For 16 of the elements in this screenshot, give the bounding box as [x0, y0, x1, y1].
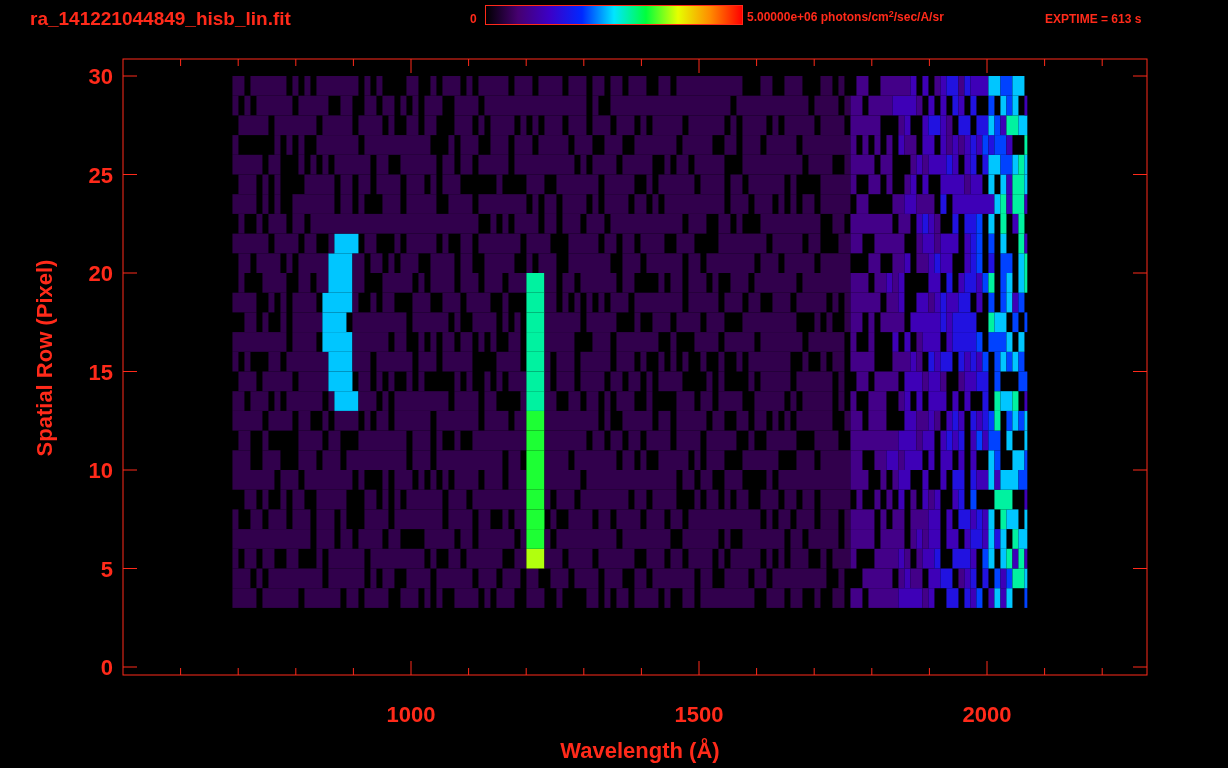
y-tick-label: 30 — [88, 64, 113, 89]
exposure-time-label: EXPTIME = 613 s — [1045, 11, 1142, 28]
colorbar-max-label: 5.00000e+06 photons/cm$^{2}$/sec/A/sr — [747, 8, 944, 26]
y-axis-label: Spatial Row (Pixel) — [32, 259, 57, 457]
y-tick-label: 10 — [88, 458, 113, 483]
x-tick-label: 1000 — [386, 702, 436, 727]
y-tick-label: 25 — [88, 162, 113, 188]
y-tick-label: 20 — [88, 261, 113, 286]
file-name-title: ra_141221044849_hisb_lin.fit — [30, 7, 291, 31]
y-tick-label: 0 — [100, 655, 113, 680]
y-tick-label: 5 — [100, 556, 113, 582]
x-tick-label: 2000 — [962, 702, 1012, 727]
x-axis-label: Wavelength (Å) — [560, 738, 720, 763]
colorbar-min-label: 0 — [470, 11, 477, 28]
y-tick-label: 15 — [88, 359, 113, 385]
x-tick-label: 1500 — [674, 702, 724, 727]
